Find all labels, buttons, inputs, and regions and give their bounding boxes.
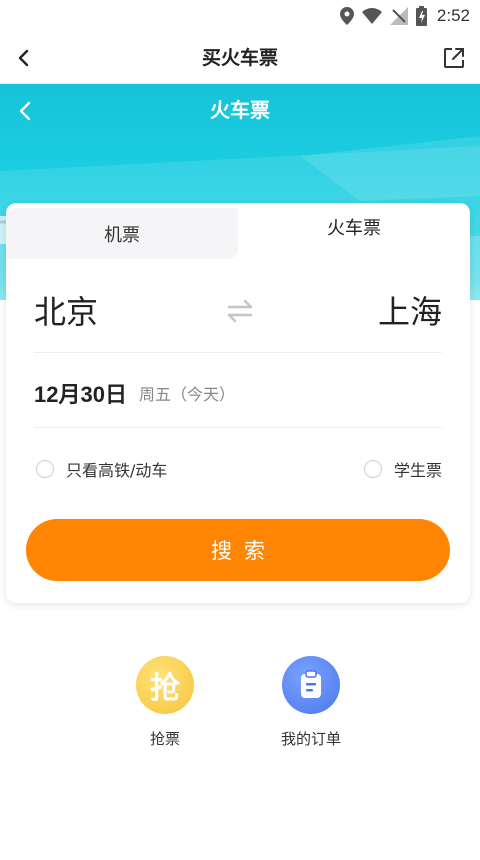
location-icon bbox=[339, 7, 354, 25]
grab-ticket-shortcut[interactable]: 抢 抢票 bbox=[115, 656, 215, 749]
battery-icon bbox=[415, 6, 427, 26]
grab-ticket-icon: 抢 bbox=[136, 656, 194, 714]
external-link-icon bbox=[444, 48, 464, 68]
high-speed-only-option[interactable]: 只看高铁/动车 bbox=[36, 457, 167, 481]
status-time: 2:52 bbox=[436, 6, 470, 25]
status-icons: 2:52 bbox=[339, 0, 470, 32]
booking-card: 机票 火车票 北京 上海 12月30日 周五（今天） 只看高铁/动车 学生票 搜… bbox=[6, 203, 470, 603]
divider bbox=[34, 352, 442, 353]
hero-title: 火车票 bbox=[210, 98, 270, 122]
tab-connector bbox=[6, 259, 238, 269]
wifi-icon bbox=[361, 8, 382, 24]
grab-ticket-label: 抢票 bbox=[149, 730, 180, 748]
high-speed-radio[interactable] bbox=[36, 460, 54, 478]
divider bbox=[34, 427, 442, 428]
top-nav-bar: 买火车票 bbox=[0, 32, 480, 84]
my-orders-shortcut[interactable]: 我的订单 bbox=[261, 656, 361, 749]
student-radio[interactable] bbox=[363, 460, 382, 478]
back-button[interactable] bbox=[8, 42, 40, 74]
route-selector: 北京 上海 bbox=[34, 281, 442, 341]
search-button[interactable]: 搜索 bbox=[26, 519, 450, 581]
arrival-city[interactable]: 上海 bbox=[378, 287, 442, 333]
status-bar: 2:52 bbox=[0, 0, 480, 32]
date-selector[interactable]: 12月30日 周五（今天） bbox=[34, 373, 442, 413]
student-label: 学生票 bbox=[393, 461, 442, 480]
my-orders-label: 我的订单 bbox=[280, 730, 341, 748]
tab-train[interactable]: 火车票 bbox=[238, 203, 470, 259]
high-speed-label: 只看高铁/动车 bbox=[66, 461, 168, 480]
swap-arrows-icon bbox=[227, 299, 253, 323]
grab-ticket-glyph: 抢 bbox=[150, 671, 180, 706]
tab-flight[interactable]: 机票 bbox=[6, 208, 238, 259]
travel-date: 12月30日 bbox=[34, 382, 127, 407]
ticket-type-tabs: 机票 火车票 bbox=[6, 203, 470, 259]
signal-icon bbox=[389, 7, 408, 25]
order-list-icon bbox=[282, 656, 340, 714]
travel-weekday: 周五（今天） bbox=[138, 385, 235, 404]
student-ticket-option[interactable]: 学生票 bbox=[363, 457, 442, 481]
page-title: 买火车票 bbox=[201, 47, 278, 69]
swap-cities-button[interactable] bbox=[222, 295, 258, 327]
open-external-button[interactable] bbox=[438, 42, 470, 74]
arrow-left-icon bbox=[18, 49, 29, 67]
departure-city[interactable]: 北京 bbox=[34, 287, 98, 333]
